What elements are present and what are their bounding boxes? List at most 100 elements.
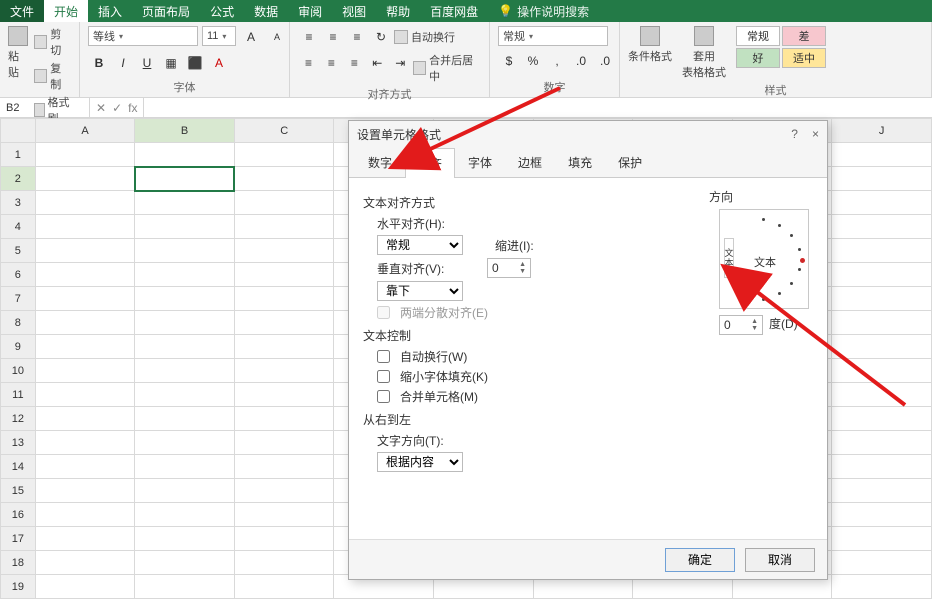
row-header-19[interactable]: 19 <box>1 575 36 599</box>
cell[interactable] <box>35 239 135 263</box>
cell[interactable] <box>832 359 932 383</box>
cell[interactable] <box>234 263 334 287</box>
tab-help[interactable]: 帮助 <box>376 0 420 22</box>
inc-decimal-button[interactable]: .0 <box>570 50 592 72</box>
row-header-17[interactable]: 17 <box>1 527 36 551</box>
style-neutral[interactable]: 适中 <box>782 48 826 68</box>
cell[interactable] <box>135 407 235 431</box>
cell[interactable] <box>135 335 235 359</box>
cell[interactable] <box>234 383 334 407</box>
cell[interactable] <box>35 359 135 383</box>
cell[interactable] <box>234 455 334 479</box>
dialog-tab-number[interactable]: 数字 <box>355 147 405 177</box>
cell[interactable] <box>35 431 135 455</box>
name-box[interactable]: B2 <box>0 98 90 117</box>
cell[interactable] <box>234 167 334 191</box>
cell[interactable] <box>135 359 235 383</box>
dialog-tab-protection[interactable]: 保护 <box>605 147 655 177</box>
align-center-button[interactable]: ≡ <box>321 52 342 74</box>
indent-spinner[interactable]: 0 ▲▼ <box>487 258 531 278</box>
cell[interactable] <box>832 407 932 431</box>
cancel-button[interactable]: 取消 <box>745 548 815 572</box>
col-header-C[interactable]: C <box>234 119 334 143</box>
cell[interactable] <box>234 527 334 551</box>
merge-center-button[interactable]: 合并后居中 <box>413 52 481 84</box>
cell[interactable] <box>832 311 932 335</box>
font-color-button[interactable]: A <box>208 52 230 74</box>
row-header-18[interactable]: 18 <box>1 551 36 575</box>
cell[interactable] <box>35 143 135 167</box>
underline-button[interactable]: U <box>136 52 158 74</box>
cell[interactable] <box>832 575 932 599</box>
tab-page-layout[interactable]: 页面布局 <box>132 0 200 22</box>
row-header-5[interactable]: 5 <box>1 239 36 263</box>
cell[interactable] <box>234 431 334 455</box>
indent-inc-button[interactable]: ⇥ <box>390 52 411 74</box>
cell[interactable] <box>832 431 932 455</box>
italic-button[interactable]: I <box>112 52 134 74</box>
tell-me[interactable]: 💡 操作说明搜索 <box>498 0 589 22</box>
cell[interactable] <box>832 215 932 239</box>
cell[interactable] <box>234 503 334 527</box>
format-as-table-button[interactable]: 套用 表格格式 <box>682 26 726 80</box>
merge-cells-checkbox[interactable] <box>377 390 390 403</box>
tab-file[interactable]: 文件 <box>0 0 44 22</box>
row-header-9[interactable]: 9 <box>1 335 36 359</box>
indent-dec-button[interactable]: ⇤ <box>367 52 388 74</box>
cell[interactable] <box>135 143 235 167</box>
cell[interactable] <box>35 527 135 551</box>
wrap-text-button[interactable]: 自动换行 <box>394 26 455 48</box>
cell[interactable] <box>35 575 135 599</box>
align-top-button[interactable]: ≡ <box>298 26 320 48</box>
bold-button[interactable]: B <box>88 52 110 74</box>
cell[interactable] <box>234 239 334 263</box>
row-header-4[interactable]: 4 <box>1 215 36 239</box>
dec-decimal-button[interactable]: .0 <box>594 50 616 72</box>
align-right-button[interactable]: ≡ <box>344 52 365 74</box>
formula-input[interactable] <box>144 98 932 117</box>
select-all-corner[interactable] <box>1 119 36 143</box>
cell[interactable] <box>234 335 334 359</box>
wrap-text-checkbox[interactable] <box>377 350 390 363</box>
tab-data[interactable]: 数据 <box>244 0 288 22</box>
cell[interactable] <box>234 191 334 215</box>
text-direction-select[interactable]: 根据内容 <box>377 452 463 472</box>
cell[interactable] <box>35 167 135 191</box>
cell[interactable] <box>135 215 235 239</box>
cell[interactable] <box>35 479 135 503</box>
cell[interactable] <box>135 431 235 455</box>
cell[interactable] <box>234 143 334 167</box>
shrink-to-fit-checkbox[interactable] <box>377 370 390 383</box>
row-header-8[interactable]: 8 <box>1 311 36 335</box>
row-header-7[interactable]: 7 <box>1 287 36 311</box>
cell[interactable] <box>234 551 334 575</box>
paste-button[interactable]: 粘贴 <box>8 26 28 80</box>
cell[interactable] <box>832 479 932 503</box>
dialog-tab-font[interactable]: 字体 <box>455 147 505 177</box>
tab-baidu[interactable]: 百度网盘 <box>420 0 488 22</box>
fx-icon[interactable]: fx <box>128 101 137 115</box>
cell[interactable] <box>35 503 135 527</box>
cell[interactable] <box>35 407 135 431</box>
cell[interactable] <box>832 527 932 551</box>
cell[interactable] <box>135 455 235 479</box>
cell[interactable] <box>832 143 932 167</box>
align-middle-button[interactable]: ≡ <box>322 26 344 48</box>
row-header-12[interactable]: 12 <box>1 407 36 431</box>
row-header-14[interactable]: 14 <box>1 455 36 479</box>
cell[interactable] <box>832 551 932 575</box>
cell[interactable] <box>135 383 235 407</box>
row-header-2[interactable]: 2 <box>1 167 36 191</box>
cell[interactable] <box>135 311 235 335</box>
cell[interactable] <box>35 311 135 335</box>
decrease-font-button[interactable]: A <box>266 26 288 48</box>
increase-font-button[interactable]: A <box>240 26 262 48</box>
row-header-15[interactable]: 15 <box>1 479 36 503</box>
style-normal[interactable]: 常规 <box>736 26 780 46</box>
degree-spinner[interactable]: 0 ▲▼ <box>719 315 763 335</box>
cell[interactable] <box>832 239 932 263</box>
tab-insert[interactable]: 插入 <box>88 0 132 22</box>
cell[interactable] <box>234 359 334 383</box>
cell[interactable] <box>35 383 135 407</box>
cell[interactable] <box>832 455 932 479</box>
